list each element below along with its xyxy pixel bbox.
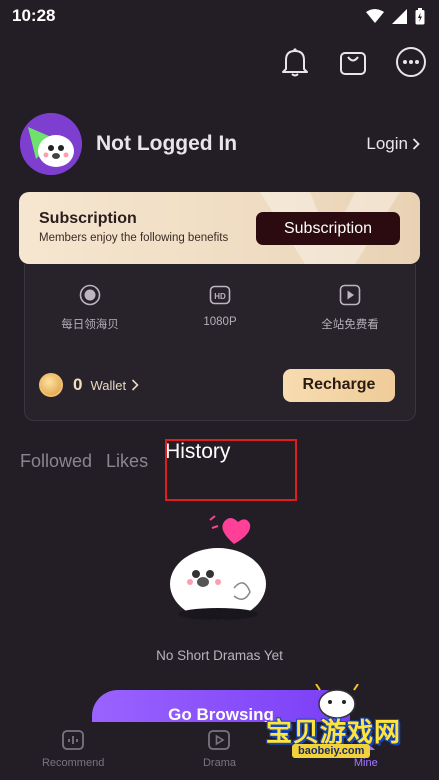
coin-circle-icon [79, 284, 101, 306]
nav-recommend[interactable]: Recommend [18, 728, 128, 780]
watermark-logo: 宝贝游戏网 baobeiy.com [262, 684, 412, 766]
wifi-icon [366, 8, 384, 23]
hd-icon: HD [209, 285, 231, 305]
benefit-label: 1080P [203, 316, 237, 328]
recommend-icon [62, 730, 85, 750]
chevron-right-icon [132, 379, 139, 391]
wallet-row: 0 Wallet Recharge [25, 368, 415, 402]
subscription-button[interactable]: Subscription [256, 212, 400, 245]
benefit-item-shells[interactable]: 每日领海贝 [25, 284, 155, 332]
subscription-card: Subscription Members enjoy the following… [19, 192, 420, 264]
wallet-link[interactable]: Wallet [90, 378, 126, 393]
highlight-box [165, 439, 297, 501]
benefits-panel: 每日领海贝 HD 1080P 全站免费看 0 Wallet Recharge [24, 264, 416, 421]
watermark-url: baobeiy.com [292, 744, 371, 758]
top-actions [277, 44, 429, 80]
empty-state-text: No Short Dramas Yet [156, 648, 283, 663]
recharge-button[interactable]: Recharge [283, 368, 395, 402]
bell-icon [282, 48, 308, 77]
benefits-list: 每日领海贝 HD 1080P 全站免费看 [25, 284, 415, 332]
shopping-bag-icon [340, 52, 366, 75]
login-label: Login [366, 134, 408, 153]
notification-button[interactable] [277, 44, 313, 80]
battery-icon [415, 7, 425, 24]
login-link[interactable]: Login [366, 134, 420, 154]
subscription-description: Members enjoy the following benefits [39, 232, 229, 244]
more-button[interactable] [393, 44, 429, 80]
benefit-item-hd[interactable]: HD 1080P [155, 284, 285, 332]
status-icons [366, 7, 425, 25]
wallet-count: 0 [73, 375, 83, 394]
nav-drama[interactable]: Drama [164, 728, 274, 780]
drama-play-icon [208, 730, 231, 750]
benefit-label: 每日领海贝 [61, 319, 119, 331]
avatar[interactable] [20, 113, 82, 175]
tab-followed[interactable]: Followed [20, 451, 92, 472]
nav-label: Recommend [41, 757, 105, 769]
svg-text:HD: HD [214, 292, 226, 301]
status-bar: 10:28 [0, 0, 439, 32]
profile-name: Not Logged In [96, 132, 238, 155]
benefit-item-free[interactable]: 全站免费看 [285, 284, 415, 332]
play-square-icon [339, 284, 361, 306]
tab-likes[interactable]: Likes [106, 451, 148, 472]
empty-state-mascot-icon [170, 515, 266, 620]
status-time: 10:28 [12, 6, 56, 25]
coin-icon [39, 373, 63, 397]
shop-button[interactable] [335, 44, 371, 80]
chevron-right-icon [412, 138, 420, 150]
more-icon [396, 47, 426, 77]
subscription-title: Subscription [39, 210, 137, 227]
signal-icon [392, 8, 407, 24]
nav-label: Drama [202, 757, 236, 769]
profile-row: Not Logged In Login [20, 113, 420, 175]
benefit-label: 全站免费看 [321, 319, 379, 331]
avatar-mascot-icon [20, 113, 82, 175]
